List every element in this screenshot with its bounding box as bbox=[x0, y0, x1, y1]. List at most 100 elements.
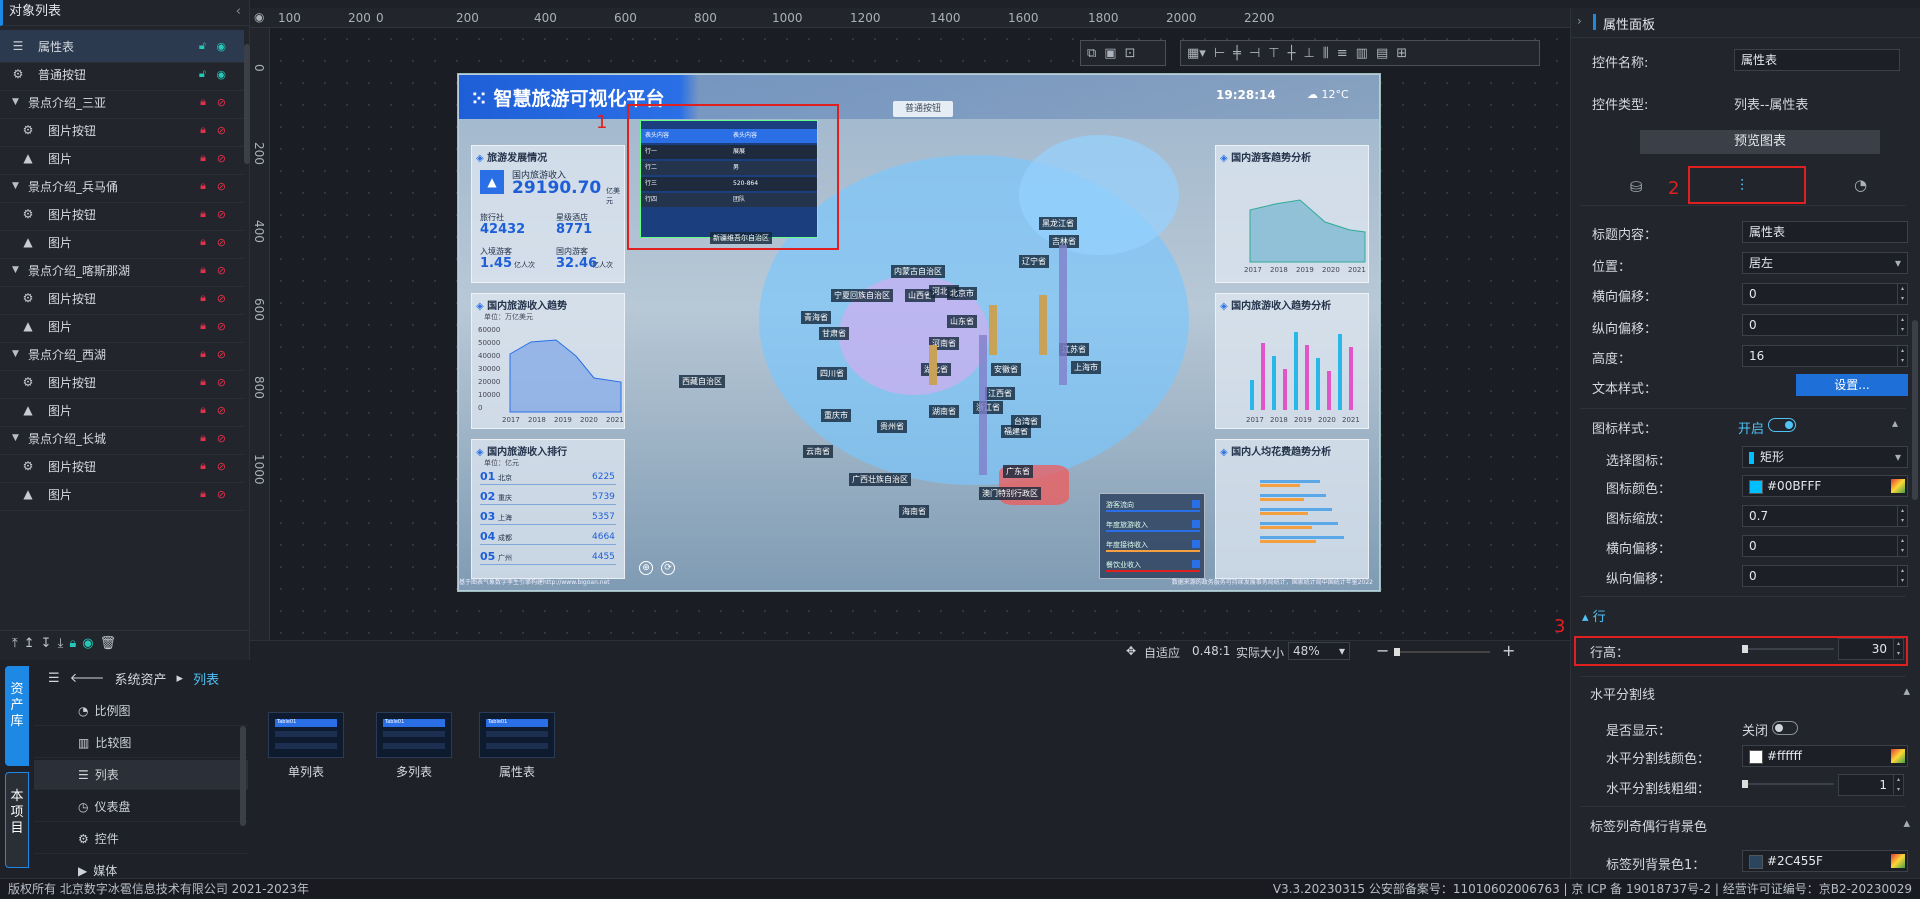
lock-icon[interactable]: 🔒︎ bbox=[200, 375, 206, 389]
zoom-slider[interactable] bbox=[1394, 648, 1490, 656]
row-section[interactable]: ▴ 行 bbox=[1582, 606, 1606, 625]
align-bottom-icon[interactable]: ⊥ bbox=[1303, 46, 1314, 61]
asset-thumbnail[interactable]: Table01 bbox=[376, 712, 452, 758]
eye-off-icon[interactable]: ⊘ bbox=[217, 432, 226, 445]
distribute-h-icon[interactable]: ⫼ bbox=[1323, 46, 1329, 61]
fit-label[interactable]: 自适应 bbox=[1144, 644, 1180, 661]
show-toggle[interactable] bbox=[1772, 721, 1798, 735]
row-height-thumb[interactable] bbox=[1742, 645, 1748, 653]
position-select[interactable]: 居左 bbox=[1742, 252, 1908, 274]
name-input[interactable]: 属性表 bbox=[1734, 49, 1900, 71]
zoom-select[interactable]: 48% ▾ bbox=[1288, 642, 1350, 660]
hline-section[interactable]: 水平分割线 ▴ bbox=[1590, 684, 1910, 703]
same-height-icon[interactable]: ▤ bbox=[1376, 46, 1388, 61]
fit-icon[interactable]: ⊡ bbox=[1125, 46, 1136, 61]
group-icon[interactable]: ⧉ bbox=[1087, 46, 1096, 61]
grid-icon[interactable]: ⊞ bbox=[1396, 46, 1407, 61]
collapse-icon[interactable]: ▴ bbox=[1892, 416, 1898, 430]
bg1-input[interactable]: #2C455F bbox=[1742, 850, 1908, 872]
breadcrumb-root[interactable]: 系统资产 bbox=[115, 669, 167, 688]
zoom-slider-thumb[interactable] bbox=[1394, 648, 1400, 656]
lock-icon[interactable]: 🔒︎ bbox=[200, 347, 206, 361]
expand-right-icon[interactable]: › bbox=[1577, 14, 1582, 28]
tab-asset-library[interactable]: 资产库 bbox=[5, 666, 29, 766]
row-height-input[interactable]: 30 ▴ ▾ bbox=[1838, 638, 1904, 660]
align-hcenter-icon[interactable]: ╪ bbox=[1233, 46, 1241, 61]
pick-icon-select[interactable]: 矩形 bbox=[1742, 446, 1908, 468]
menu-icon[interactable]: ☰ bbox=[48, 671, 60, 686]
actual-size-button[interactable]: 实际大小 bbox=[1236, 644, 1284, 661]
eye-off-icon[interactable]: ⊘ bbox=[217, 376, 226, 389]
category-scrollbar[interactable] bbox=[240, 726, 246, 826]
same-width-icon[interactable]: ▥ bbox=[1356, 46, 1368, 61]
expand-arrow-icon[interactable]: ▼ bbox=[12, 181, 24, 191]
collapse-left-icon[interactable]: ‹ bbox=[236, 0, 241, 24]
eye-off-icon[interactable]: ⊘ bbox=[217, 320, 226, 333]
icon-scale-input[interactable]: 0.7 ▴ ▾ bbox=[1742, 505, 1908, 527]
zoom-out-icon[interactable]: − bbox=[1376, 641, 1389, 660]
hline-width-thumb[interactable] bbox=[1742, 780, 1748, 788]
lock-icon[interactable]: 🔓︎ bbox=[199, 67, 206, 81]
layout-dropdown-icon[interactable]: ▦▾ bbox=[1187, 46, 1206, 61]
lock-icon[interactable]: 🔓︎ bbox=[199, 39, 206, 53]
lock-icon[interactable]: 🔒︎ bbox=[200, 95, 206, 109]
v-offset-input[interactable]: 0 ▴ ▾ bbox=[1742, 314, 1908, 336]
row-height-slider[interactable] bbox=[1742, 645, 1834, 653]
lock-icon[interactable]: 🔒︎ bbox=[200, 207, 206, 221]
move-down-icon[interactable]: ↧ bbox=[41, 636, 52, 651]
category-item[interactable]: ⚙ 控件 bbox=[34, 824, 248, 854]
lock-icon[interactable]: 🔒︎ bbox=[200, 459, 206, 473]
eye-off-icon[interactable]: ⊘ bbox=[217, 460, 226, 473]
delete-icon[interactable]: 🗑︎ bbox=[100, 636, 117, 651]
asset-thumbnail[interactable]: Table01 bbox=[268, 712, 344, 758]
expand-arrow-icon[interactable]: ▼ bbox=[12, 265, 24, 275]
eye-off-icon[interactable]: ⊘ bbox=[217, 292, 226, 305]
icon-h-offset-input[interactable]: 0 ▴ ▾ bbox=[1742, 535, 1908, 557]
lock-icon[interactable]: 🔒︎ bbox=[200, 431, 206, 445]
eye-off-icon[interactable]: ⊘ bbox=[217, 208, 226, 221]
lock-icon[interactable]: 🔒︎ bbox=[200, 151, 206, 165]
h-offset-input[interactable]: 0 ▴ ▾ bbox=[1742, 283, 1908, 305]
icon-v-offset-input[interactable]: 0 ▴ ▾ bbox=[1742, 565, 1908, 587]
lock-icon[interactable]: 🔒︎ bbox=[200, 179, 206, 193]
move-up-icon[interactable]: ↥ bbox=[24, 636, 35, 651]
color-picker-icon[interactable] bbox=[1891, 479, 1905, 493]
preview-chart-button[interactable]: 预览图表 bbox=[1640, 130, 1880, 154]
zoom-in-icon[interactable]: + bbox=[1502, 641, 1515, 660]
back-icon[interactable]: 🡐 bbox=[70, 670, 105, 686]
category-item[interactable]: ◔ 比例图 bbox=[34, 696, 248, 726]
lock-icon[interactable]: 🔒︎ bbox=[200, 123, 206, 137]
color-picker-icon[interactable] bbox=[1891, 749, 1905, 763]
expand-arrow-icon[interactable]: ▼ bbox=[12, 433, 24, 443]
align-left-icon[interactable]: ⊢ bbox=[1214, 46, 1225, 61]
align-right-icon[interactable]: ⊣ bbox=[1249, 46, 1260, 61]
lock-icon[interactable]: 🔒︎ bbox=[69, 636, 76, 651]
text-style-button[interactable]: 设置... bbox=[1796, 374, 1908, 396]
eye-icon[interactable]: ◉ bbox=[82, 636, 93, 651]
eye-off-icon[interactable]: ⊘ bbox=[217, 404, 226, 417]
database-icon[interactable]: ⛁ bbox=[1630, 178, 1643, 196]
lock-icon[interactable]: 🔒︎ bbox=[200, 291, 206, 305]
eye-off-icon[interactable]: ⊘ bbox=[217, 488, 226, 501]
eye-off-icon[interactable]: ⊘ bbox=[217, 264, 226, 277]
move-bottom-icon[interactable]: ⤓ bbox=[58, 636, 64, 651]
odd-even-section[interactable]: 标签列奇偶行背景色 ▴ bbox=[1590, 816, 1910, 835]
hline-color-input[interactable]: #ffffff bbox=[1742, 745, 1908, 767]
spin-icon[interactable]: ▴ ▾ bbox=[1893, 775, 1903, 795]
eye-icon[interactable]: ◉ bbox=[216, 68, 226, 81]
hline-width-input[interactable]: 1 ▴ ▾ bbox=[1838, 774, 1904, 796]
category-item[interactable]: ☰ 列表 bbox=[34, 760, 248, 790]
move-top-icon[interactable]: ⤒ bbox=[12, 636, 18, 651]
category-item[interactable]: ▥ 比较图 bbox=[34, 728, 248, 758]
hline-width-slider[interactable] bbox=[1742, 780, 1834, 788]
spin-icon[interactable]: ▴ ▾ bbox=[1897, 315, 1907, 335]
spin-icon[interactable]: ▴ ▾ bbox=[1893, 639, 1903, 659]
spin-icon[interactable]: ▴ ▾ bbox=[1897, 506, 1907, 526]
title-content-input[interactable]: 属性表 bbox=[1742, 221, 1908, 243]
right-scrollbar[interactable] bbox=[1912, 320, 1918, 500]
lock-icon[interactable]: 🔒︎ bbox=[200, 263, 206, 277]
color-picker-icon[interactable] bbox=[1891, 854, 1905, 868]
lock-icon[interactable]: 🔒︎ bbox=[200, 235, 206, 249]
expand-arrow-icon[interactable]: ▼ bbox=[12, 349, 24, 359]
asset-thumbnail[interactable]: Table01 bbox=[479, 712, 555, 758]
